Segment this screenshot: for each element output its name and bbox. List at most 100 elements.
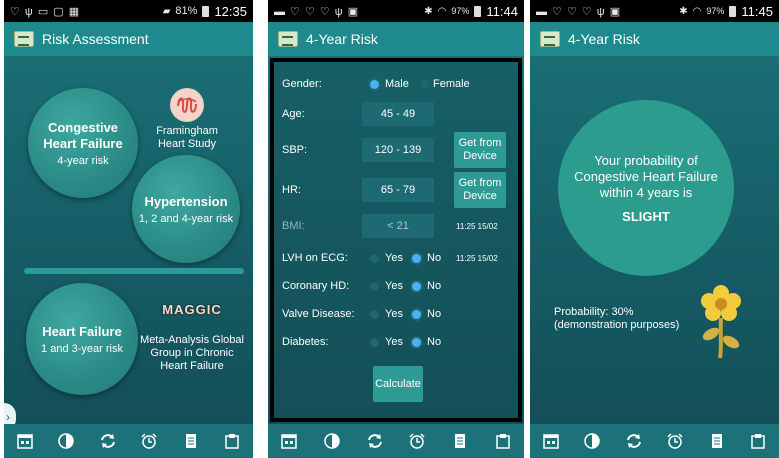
lvh-label: LVH on ECG: (282, 252, 348, 264)
signal-icon: ▰ (162, 5, 171, 17)
maggic-logo: MAGGIC (162, 302, 222, 317)
sync-icon[interactable] (364, 430, 386, 452)
lvh-timestamp: 11:25 15/02 (456, 253, 498, 263)
coronary-yes-radio[interactable] (370, 281, 379, 291)
document-icon[interactable] (706, 430, 728, 452)
chf-bubble-button[interactable]: Congestive Heart Failure 4-year risk (28, 88, 138, 198)
wifi-icon: ◠ (692, 5, 702, 17)
app-logo-icon[interactable] (278, 31, 298, 47)
sync-icon[interactable] (97, 430, 119, 452)
diabetes-row: Diabetes: Yes No (274, 330, 518, 354)
alarm-icon[interactable] (138, 430, 160, 452)
clock: 11:44 (486, 3, 518, 19)
clipboard-icon[interactable] (221, 430, 243, 452)
app-bar: 4-Year Risk (268, 22, 524, 56)
document-icon[interactable] (449, 430, 471, 452)
coronary-yes-label: Yes (385, 280, 403, 292)
app-title: 4-Year Risk (306, 31, 378, 47)
gender-label: Gender: (282, 78, 322, 90)
heart-failure-title: Heart Failure (42, 323, 122, 339)
result-line3: within 4 years is (599, 184, 693, 200)
sbp-select[interactable]: 120 - 139 (362, 138, 434, 162)
sbp-get-from-device-button[interactable]: Get from Device (454, 132, 506, 168)
lvh-no-radio[interactable] (412, 253, 421, 263)
app-logo-icon[interactable] (540, 31, 560, 47)
valve-yes-label: Yes (385, 308, 403, 320)
calendar-icon[interactable] (540, 430, 562, 452)
age-select[interactable]: 45 - 49 (362, 102, 434, 126)
notification-icons: ♡ ψ ▭ ▢ ▦ (10, 5, 81, 18)
coronary-row: Coronary HD: Yes No (274, 274, 518, 298)
clipboard-icon[interactable] (492, 430, 514, 452)
valve-row: Valve Disease: Yes No (274, 302, 518, 326)
battery-icon (474, 5, 482, 17)
calendar-icon[interactable] (14, 430, 36, 452)
hr-select[interactable]: 65 - 79 (362, 178, 434, 202)
app-bar: Risk Assessment (4, 22, 253, 56)
framingham-label: Framingham Heart Study (146, 125, 228, 151)
maggic-line2: Group in Chronic (150, 347, 234, 359)
document-icon[interactable] (180, 430, 202, 452)
sync-icon[interactable] (623, 430, 645, 452)
bmi-label: BMI: (282, 220, 305, 232)
coronary-no-radio[interactable] (412, 281, 421, 291)
bmi-row: BMI: < 21 11:25 15/02 (274, 214, 518, 238)
bluetooth-icon: ✱ (679, 5, 688, 17)
battery-icon (729, 5, 737, 17)
framingham-logo-icon (170, 88, 204, 122)
hypertension-subtitle: 1, 2 and 4-year risk (138, 212, 234, 225)
lvh-yes-radio[interactable] (370, 253, 379, 263)
diabetes-yes-radio[interactable] (370, 337, 379, 347)
coronary-no-label: No (427, 280, 442, 292)
bottom-nav (530, 424, 779, 458)
hr-label: HR: (282, 184, 301, 196)
maggic-label: Meta-Analysis Global Group in Chronic He… (132, 334, 252, 373)
chf-title-line2: Heart Failure (43, 135, 123, 151)
bottom-nav (4, 424, 253, 458)
valve-yes-radio[interactable] (370, 309, 379, 319)
heart-failure-bubble-button[interactable]: Heart Failure 1 and 3-year risk (26, 283, 138, 395)
battery-level: 97% (451, 6, 470, 16)
contrast-icon[interactable] (581, 430, 603, 452)
coronary-label: Coronary HD: (282, 280, 350, 292)
chf-title-line1: Congestive (47, 119, 119, 135)
age-row: Age: 45 - 49 (274, 102, 518, 126)
calculate-button[interactable]: Calculate (373, 366, 423, 402)
valve-no-radio[interactable] (412, 309, 421, 319)
contrast-icon[interactable] (321, 430, 343, 452)
alarm-icon[interactable] (406, 430, 428, 452)
probability-note: (demonstration purposes) (554, 319, 680, 331)
lvh-no-label: No (427, 252, 442, 264)
alarm-icon[interactable] (664, 430, 686, 452)
contrast-icon[interactable] (55, 430, 77, 452)
app-logo-icon[interactable] (14, 31, 34, 47)
battery-level: 97% (706, 6, 725, 16)
bmi-select[interactable]: < 21 (362, 214, 434, 238)
lvh-row: LVH on ECG: Yes No 11:25 15/02 (274, 246, 518, 270)
calendar-icon[interactable] (278, 430, 300, 452)
framingham-line1: Framingham (156, 125, 218, 137)
diabetes-no-radio[interactable] (412, 337, 421, 347)
hypertension-title: Hypertension (144, 193, 228, 209)
risk-form: Gender: Male Female Age: 45 - 49 SBP: 12… (270, 58, 522, 422)
heart-failure-subtitle: 1 and 3-year risk (41, 342, 123, 355)
clock: 11:45 (741, 3, 773, 19)
gender-row: Gender: Male Female (274, 72, 518, 96)
clipboard-icon[interactable] (747, 430, 769, 452)
status-bar: ♡ ψ ▭ ▢ ▦ ▰ 81% 12:35 (4, 0, 253, 22)
framingham-line2: Heart Study (157, 138, 217, 150)
risk-level: SLIGHT (622, 208, 670, 224)
chf-subtitle: 4-year risk (57, 154, 109, 167)
notification-icons: ▬ ♡ ♡ ♡ ψ ▣ (536, 5, 622, 18)
valve-label: Valve Disease: (282, 308, 355, 320)
clock: 12:35 (214, 3, 247, 19)
maggic-line1: Meta-Analysis Global (140, 334, 244, 346)
probability-text: Probability: 30% (demonstration purposes… (554, 306, 679, 332)
hypertension-bubble-button[interactable]: Hypertension 1, 2 and 4-year risk (132, 155, 240, 263)
hr-get-from-device-button[interactable]: Get from Device (454, 172, 506, 208)
result-line1: Your probability of (594, 152, 698, 168)
status-bar: ▬ ♡ ♡ ♡ ψ ▣ ✱ ◠ 97% 11:45 (530, 0, 779, 22)
gender-male-radio[interactable] (370, 79, 379, 89)
gender-female-radio[interactable] (420, 79, 429, 89)
wifi-icon: ◠ (437, 5, 447, 17)
